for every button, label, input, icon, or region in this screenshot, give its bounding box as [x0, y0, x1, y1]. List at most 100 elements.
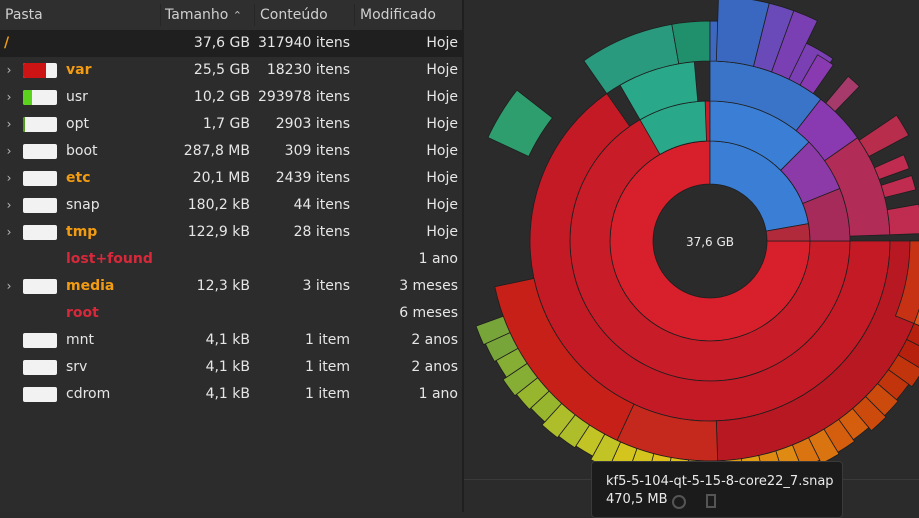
row-modified: Hoje — [426, 143, 458, 159]
row-size: 1,7 GB — [202, 116, 250, 132]
column-modified[interactable]: Modificado — [360, 0, 436, 30]
row-items: 293978 itens — [257, 89, 350, 105]
folder-name: root — [66, 305, 99, 321]
row-size: 4,1 kB — [205, 359, 250, 375]
size-bar — [23, 225, 57, 240]
chevron-right-icon[interactable]: › — [3, 57, 15, 84]
tooltip-size: 470,5 MB — [606, 492, 668, 507]
chevron-right-icon[interactable]: › — [3, 219, 15, 246]
folder-name: srv — [66, 359, 88, 375]
table-row-etc[interactable]: › etc 20,1 MB 2439 itens Hoje — [0, 165, 462, 192]
row-modified: Hoje — [426, 35, 458, 51]
size-bar — [23, 117, 57, 132]
row-size: 12,3 kB — [196, 278, 250, 294]
table-row-boot[interactable]: › boot 287,8 MB 309 itens Hoje — [0, 138, 462, 165]
row-size: 180,2 kB — [187, 197, 250, 213]
column-separator — [160, 4, 161, 26]
size-bar — [23, 360, 57, 375]
size-bar-fill — [23, 63, 47, 78]
column-folder[interactable]: Pasta — [5, 0, 43, 30]
size-bar — [23, 171, 57, 186]
row-items: 3 itens — [302, 278, 350, 294]
size-bar-fill — [23, 90, 33, 105]
row-size: 4,1 kB — [205, 386, 250, 402]
size-bar — [23, 90, 57, 105]
chevron-right-icon[interactable]: › — [3, 138, 15, 165]
row-items: 2439 itens — [275, 170, 350, 186]
row-modified: Hoje — [426, 197, 458, 213]
size-bar — [23, 144, 57, 159]
chevron-right-icon[interactable]: › — [3, 273, 15, 300]
table-row-lost-found[interactable]: lost+found 1 ano — [0, 246, 462, 273]
folder-name: usr — [66, 89, 88, 105]
row-size: 287,8 MB — [183, 143, 250, 159]
ring-segment-spike[interactable] — [886, 203, 919, 236]
table-row-snap[interactable]: › snap 180,2 kB 44 itens Hoje — [0, 192, 462, 219]
size-bar — [23, 333, 57, 348]
ring-segment-spike[interactable] — [858, 114, 910, 158]
column-size-label: Tamanho — [165, 7, 229, 23]
folder-name: etc — [66, 170, 91, 186]
chevron-up-icon: ⌃ — [232, 9, 243, 22]
chevron-right-icon[interactable]: › — [3, 192, 15, 219]
folder-name: opt — [66, 116, 89, 132]
table-row-opt[interactable]: › opt 1,7 GB 2903 itens Hoje — [0, 111, 462, 138]
row-items: 1 item — [305, 359, 350, 375]
folder-name: mnt — [66, 332, 94, 348]
folder-name: media — [66, 278, 115, 294]
size-bar — [23, 279, 57, 294]
chevron-right-icon[interactable]: › — [3, 165, 15, 192]
row-modified: 1 ano — [418, 386, 458, 402]
row-size: 122,9 kB — [187, 224, 250, 240]
row-size: 10,2 GB — [193, 89, 250, 105]
ring-chart[interactable]: 37,6 GB — [464, 0, 919, 512]
ring-segment-snap[interactable] — [487, 89, 553, 158]
column-separator — [354, 4, 355, 26]
table-row-media[interactable]: › media 12,3 kB 3 itens 3 meses — [0, 273, 462, 300]
table-row-srv[interactable]: srv 4,1 kB 1 item 2 anos — [0, 354, 462, 381]
row-modified: 1 ano — [418, 251, 458, 267]
ring-segment-opt-outer2[interactable] — [671, 20, 711, 65]
row-items: 1 item — [305, 332, 350, 348]
folder-name: tmp — [66, 224, 98, 240]
table-row-cdrom[interactable]: cdrom 4,1 kB 1 item 1 ano — [0, 381, 462, 408]
folder-name: snap — [66, 197, 100, 213]
column-content[interactable]: Conteúdo — [260, 0, 328, 30]
row-size: 25,5 GB — [193, 62, 250, 78]
document-icon — [706, 494, 716, 508]
ring-segment-spike[interactable] — [873, 154, 910, 180]
ring-chart-panel: 37,6 GB — [464, 0, 919, 512]
column-size[interactable]: Tamanho ⌃ — [165, 0, 242, 30]
chevron-right-icon[interactable]: › — [3, 84, 15, 111]
row-modified: Hoje — [426, 62, 458, 78]
ring-segment-spike[interactable] — [880, 174, 917, 198]
row-modified: 6 meses — [399, 305, 458, 321]
row-modified: 2 anos — [411, 332, 458, 348]
row-items: 2903 itens — [275, 116, 350, 132]
tooltip-name: kf5-5-104-qt-5-15-8-core22_7.snap — [606, 474, 834, 489]
table-row-mnt[interactable]: mnt 4,1 kB 1 item 2 anos — [0, 327, 462, 354]
chevron-right-icon[interactable]: › — [3, 111, 15, 138]
size-bar — [23, 198, 57, 213]
table-row-root[interactable]: / 37,6 GB 317940 itens Hoje — [0, 30, 462, 57]
table-row-tmp[interactable]: › tmp 122,9 kB 28 itens Hoje — [0, 219, 462, 246]
row-size: 4,1 kB — [205, 332, 250, 348]
folder-name: cdrom — [66, 386, 111, 402]
row-modified: Hoje — [426, 224, 458, 240]
folder-name: boot — [66, 143, 98, 159]
row-modified: Hoje — [426, 170, 458, 186]
row-size: 20,1 MB — [192, 170, 250, 186]
row-modified: Hoje — [426, 116, 458, 132]
row-items: 317940 itens — [257, 35, 350, 51]
folder-name: lost+found — [66, 251, 153, 267]
table-row-var[interactable]: › var 25,5 GB 18230 itens Hoje — [0, 57, 462, 84]
table-row-root[interactable]: root 6 meses — [0, 300, 462, 327]
ring-segment-spike[interactable] — [825, 75, 860, 113]
radio-icon — [672, 495, 686, 509]
row-items: 1 item — [305, 386, 350, 402]
size-bar — [23, 387, 57, 402]
table-row-usr[interactable]: › usr 10,2 GB 293978 itens Hoje — [0, 84, 462, 111]
row-modified: Hoje — [426, 89, 458, 105]
size-bar — [23, 63, 57, 78]
folder-name: var — [66, 62, 92, 78]
